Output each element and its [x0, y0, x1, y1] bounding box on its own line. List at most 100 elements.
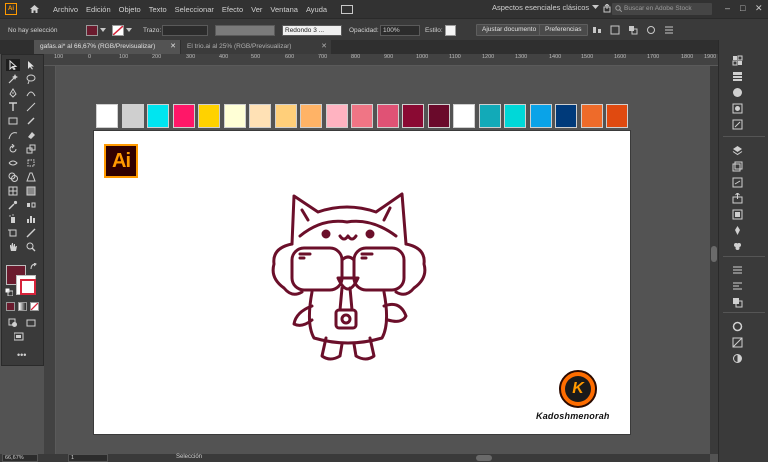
- horizontal-scroll-thumb[interactable]: [476, 455, 492, 461]
- pathfinder-panel-icon[interactable]: [731, 296, 743, 308]
- menu-ventana[interactable]: Ventana: [270, 5, 298, 14]
- vertical-scrollbar[interactable]: [710, 66, 718, 454]
- isolate-icon[interactable]: [646, 19, 656, 41]
- stroke-color-control[interactable]: [112, 19, 132, 41]
- tab-el-trio[interactable]: El trio.ai al 25% (RGB/Previsualizar) ✕: [181, 40, 331, 54]
- variable-width-field[interactable]: [215, 19, 275, 41]
- maximize-button[interactable]: □: [740, 3, 745, 13]
- slice-tool-icon[interactable]: [24, 227, 38, 239]
- width-tool-icon[interactable]: [6, 157, 20, 169]
- swap-fill-stroke-icon[interactable]: [30, 262, 38, 271]
- palette-swatch[interactable]: [172, 104, 195, 128]
- drawing-mode-icon[interactable]: [6, 317, 20, 329]
- blend-tool-icon[interactable]: [24, 199, 38, 211]
- column-graph-icon[interactable]: [24, 213, 38, 225]
- shape-builder-icon[interactable]: [6, 171, 20, 183]
- palette-swatch[interactable]: [351, 104, 373, 128]
- artboard-tool-icon[interactable]: [6, 227, 20, 239]
- palette-swatch[interactable]: [504, 104, 526, 128]
- zoom-tool-icon[interactable]: [24, 241, 38, 253]
- stroke-color-swatch[interactable]: [16, 275, 36, 295]
- palette-swatch[interactable]: [580, 104, 603, 128]
- gradient-tool-icon[interactable]: [24, 185, 38, 197]
- asset-export-icon[interactable]: [731, 192, 743, 204]
- free-transform-icon[interactable]: [24, 157, 38, 169]
- stroke-panel-icon[interactable]: [731, 320, 743, 332]
- chevron-down-icon[interactable]: [592, 5, 599, 12]
- stroke-none-swatch[interactable]: [112, 24, 124, 36]
- selection-tool-icon[interactable]: [6, 59, 20, 71]
- rotate-tool-icon[interactable]: [6, 143, 20, 155]
- paintbrush-tool-icon[interactable]: [24, 115, 38, 127]
- links-panel-icon[interactable]: [731, 176, 743, 188]
- palette-swatch[interactable]: [555, 104, 577, 128]
- tab-gafas[interactable]: gafas.ai* al 66,67% (RGB/Previsualizar) …: [34, 40, 180, 54]
- none-mode-icon[interactable]: [30, 302, 39, 311]
- hand-tool-icon[interactable]: [6, 241, 20, 253]
- palette-swatch[interactable]: [121, 104, 144, 128]
- palette-swatch[interactable]: [198, 104, 220, 128]
- libraries-panel-icon[interactable]: [731, 208, 743, 220]
- arrange-documents-icon[interactable]: [341, 4, 354, 14]
- brush-definition-field[interactable]: Redondo 3 ...: [282, 19, 342, 41]
- default-fill-stroke-icon[interactable]: [4, 287, 14, 297]
- menu-ayuda[interactable]: Ayuda: [306, 5, 327, 14]
- artboard-number-field[interactable]: 1: [68, 454, 108, 462]
- preferences-button[interactable]: Preferencias: [539, 19, 588, 41]
- palette-swatch[interactable]: [427, 104, 450, 128]
- line-tool-icon[interactable]: [24, 101, 38, 113]
- minimize-button[interactable]: –: [725, 3, 730, 13]
- gradient-panel-icon[interactable]: [731, 336, 743, 348]
- screen-mode-icon[interactable]: [24, 317, 38, 329]
- symbols-panel-icon[interactable]: [731, 118, 743, 130]
- align-panel-icon[interactable]: [731, 264, 743, 276]
- graphic-style-swatch[interactable]: [445, 19, 456, 41]
- transform-panel-icon[interactable]: [731, 280, 743, 292]
- fill-color-control[interactable]: [86, 19, 106, 41]
- magic-wand-icon[interactable]: [6, 73, 20, 85]
- menu-seleccionar[interactable]: Seleccionar: [175, 5, 214, 14]
- mesh-tool-icon[interactable]: [6, 185, 20, 197]
- eraser-tool-icon[interactable]: [24, 129, 38, 141]
- color-guide-icon[interactable]: [731, 70, 743, 82]
- palette-swatch[interactable]: [300, 104, 322, 128]
- pen-tool-icon[interactable]: [6, 87, 20, 99]
- palette-swatch[interactable]: [249, 104, 271, 128]
- menu-texto[interactable]: Texto: [149, 5, 167, 14]
- more-tools-icon[interactable]: •••: [17, 350, 26, 360]
- palette-swatch[interactable]: [402, 104, 424, 128]
- eyedropper-tool-icon[interactable]: [6, 199, 20, 211]
- document-setup-button[interactable]: Ajustar documento: [476, 19, 543, 41]
- close-button[interactable]: ✕: [755, 3, 763, 14]
- palette-swatch[interactable]: [223, 104, 246, 128]
- palette-swatch[interactable]: [478, 104, 501, 128]
- zoom-field[interactable]: 66,67%: [2, 454, 38, 462]
- home-icon[interactable]: [27, 2, 41, 16]
- type-tool-icon[interactable]: [6, 101, 20, 113]
- palette-swatch[interactable]: [96, 104, 118, 128]
- close-tab-icon[interactable]: ✕: [170, 40, 176, 54]
- opacity-field[interactable]: 100%: [380, 19, 420, 41]
- cat-character-illustration[interactable]: [262, 188, 432, 366]
- palette-swatch[interactable]: [376, 104, 399, 128]
- graphic-styles-icon[interactable]: [731, 224, 743, 236]
- fill-swatch-small[interactable]: [86, 24, 98, 36]
- stock-search-input[interactable]: Buscar en Adobe Stock: [612, 3, 712, 15]
- align-icon[interactable]: [592, 19, 602, 41]
- palette-swatch[interactable]: [147, 104, 169, 128]
- artboards-panel-icon[interactable]: [731, 160, 743, 172]
- stroke-weight-field[interactable]: [162, 19, 208, 41]
- curvature-tool-icon[interactable]: [24, 87, 38, 99]
- menu-archivo[interactable]: Archivo: [53, 5, 78, 14]
- menu-list-icon[interactable]: [664, 19, 674, 41]
- transform-icon[interactable]: [610, 19, 620, 41]
- appearance-panel-icon[interactable]: [731, 240, 743, 252]
- close-tab-icon[interactable]: ✕: [321, 40, 327, 54]
- brushes-panel-icon[interactable]: [731, 102, 743, 114]
- gradient-mode-icon[interactable]: [18, 302, 27, 311]
- horizontal-scrollbar[interactable]: [258, 454, 710, 462]
- change-screen-mode-icon[interactable]: [12, 331, 26, 343]
- menu-objeto[interactable]: Objeto: [119, 5, 141, 14]
- palette-swatch[interactable]: [274, 104, 297, 128]
- palette-swatch[interactable]: [606, 104, 628, 128]
